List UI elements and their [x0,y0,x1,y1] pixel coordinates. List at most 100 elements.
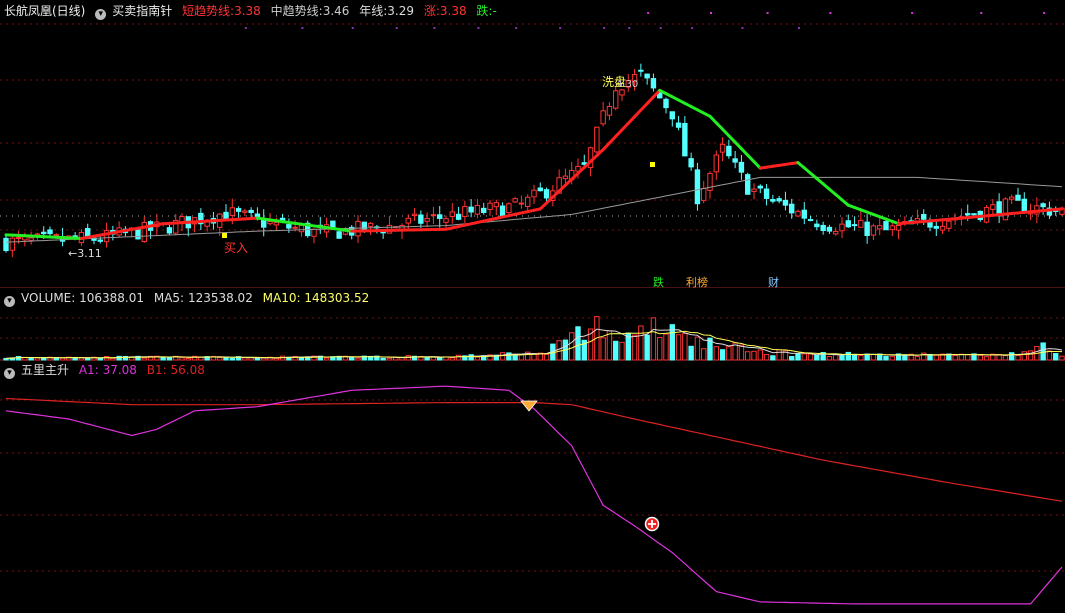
candle-body [405,217,411,224]
volume-bar [613,340,619,361]
volume-bar [845,351,851,361]
volume-bar [776,349,782,361]
candle-body [474,204,481,215]
volume-bar [217,357,223,361]
volume-bar [349,356,355,361]
volume-bar [556,340,562,361]
candle-body [455,213,462,220]
volume-bar [34,357,41,361]
tag-profit[interactable]: 利榜 [686,274,708,290]
ma5-readout: MA5: 123538.02 [154,291,253,305]
candle-body [273,221,279,226]
osc-name: 五里主升 [21,363,70,377]
candle-body [418,214,424,224]
signal-dot [1043,12,1046,14]
volume-bar [688,345,694,361]
candle-body [763,188,770,199]
candle-body [946,220,952,229]
volume-bar [814,354,820,361]
signal-dot [659,27,662,29]
volume-bar [606,330,613,361]
volume-bar [512,354,518,361]
volume-bar [569,332,575,361]
candle-body [562,175,569,180]
candle-body [644,73,650,79]
oscillator-header: ▾ 五里主升 A1: 37.08 B1: 56.08 [4,362,211,379]
volume-bar [59,357,66,361]
candle-body [437,214,443,219]
candle-body [135,228,141,240]
candle-body [770,199,776,202]
volume-bar [229,357,235,361]
candle-body [726,145,732,157]
volume-bar [694,336,701,361]
candle-body [782,199,789,206]
buy-signal-label: 买入 [224,241,249,255]
candle-body [512,198,518,203]
candle-body [499,205,506,217]
candle-body [682,122,688,157]
a1-readout: A1: 37.08 [79,363,137,377]
signal-dot [829,12,832,14]
volume-bar [380,357,386,361]
candle-body [921,214,927,220]
volume-bar [600,337,606,361]
candle-body [839,223,845,232]
price-chart[interactable] [0,0,1065,288]
volume-bar [858,355,864,361]
volume-bar [933,354,939,361]
volume-bar [1009,352,1015,361]
volume-chart[interactable] [0,306,1065,361]
volume-bar [261,357,267,361]
candle-body [845,220,851,228]
candle-body [826,226,833,232]
volume-bar [713,346,719,361]
candle-body [789,203,795,214]
candle-body [895,224,902,231]
candle-body [745,174,751,195]
oscillator-chart[interactable] [0,378,1065,613]
candle-body [701,188,707,201]
tag-finance[interactable]: 财 [768,274,779,290]
candle-body [606,106,613,116]
volume-bar [763,354,770,361]
candle-body [619,89,625,96]
ma10-value: 148303.52 [304,291,370,305]
b1-value: 56.08 [170,363,205,377]
signal-dot [710,12,712,14]
signal-dot [798,27,800,29]
volume-bar [644,334,650,361]
volume-bar [638,325,644,361]
ma10-line [5,330,1063,359]
candle-body [732,158,738,163]
volume-bar [185,357,191,361]
candle-body [1002,198,1009,221]
candle-body [1015,194,1021,201]
b1-label: B1: [146,363,167,377]
volume-bar [41,357,47,361]
volume-bar [110,357,116,361]
candle-body [254,213,261,218]
candle-body [814,223,820,228]
candle-body [242,210,248,213]
candle-body [311,228,317,237]
volume-bar [499,352,506,361]
candle-body [286,224,292,229]
candle-body [933,225,939,229]
volume-bar [449,357,455,361]
volume-value: 106388.01 [79,291,145,305]
volume-bar [745,351,751,361]
candle-body [267,220,273,225]
volume-bar [795,353,801,361]
candle-body [613,90,619,109]
low-price-marker: ←3.11 [68,247,102,260]
candle-body [858,219,864,228]
volume-bar [757,349,763,361]
candle-body [864,221,870,237]
candle-body [757,185,763,189]
volume-bar [751,350,757,361]
tag-fall[interactable]: 跌 [653,274,664,290]
candle-body [851,224,858,227]
candle-body [939,225,946,231]
volume-bar [575,326,581,361]
